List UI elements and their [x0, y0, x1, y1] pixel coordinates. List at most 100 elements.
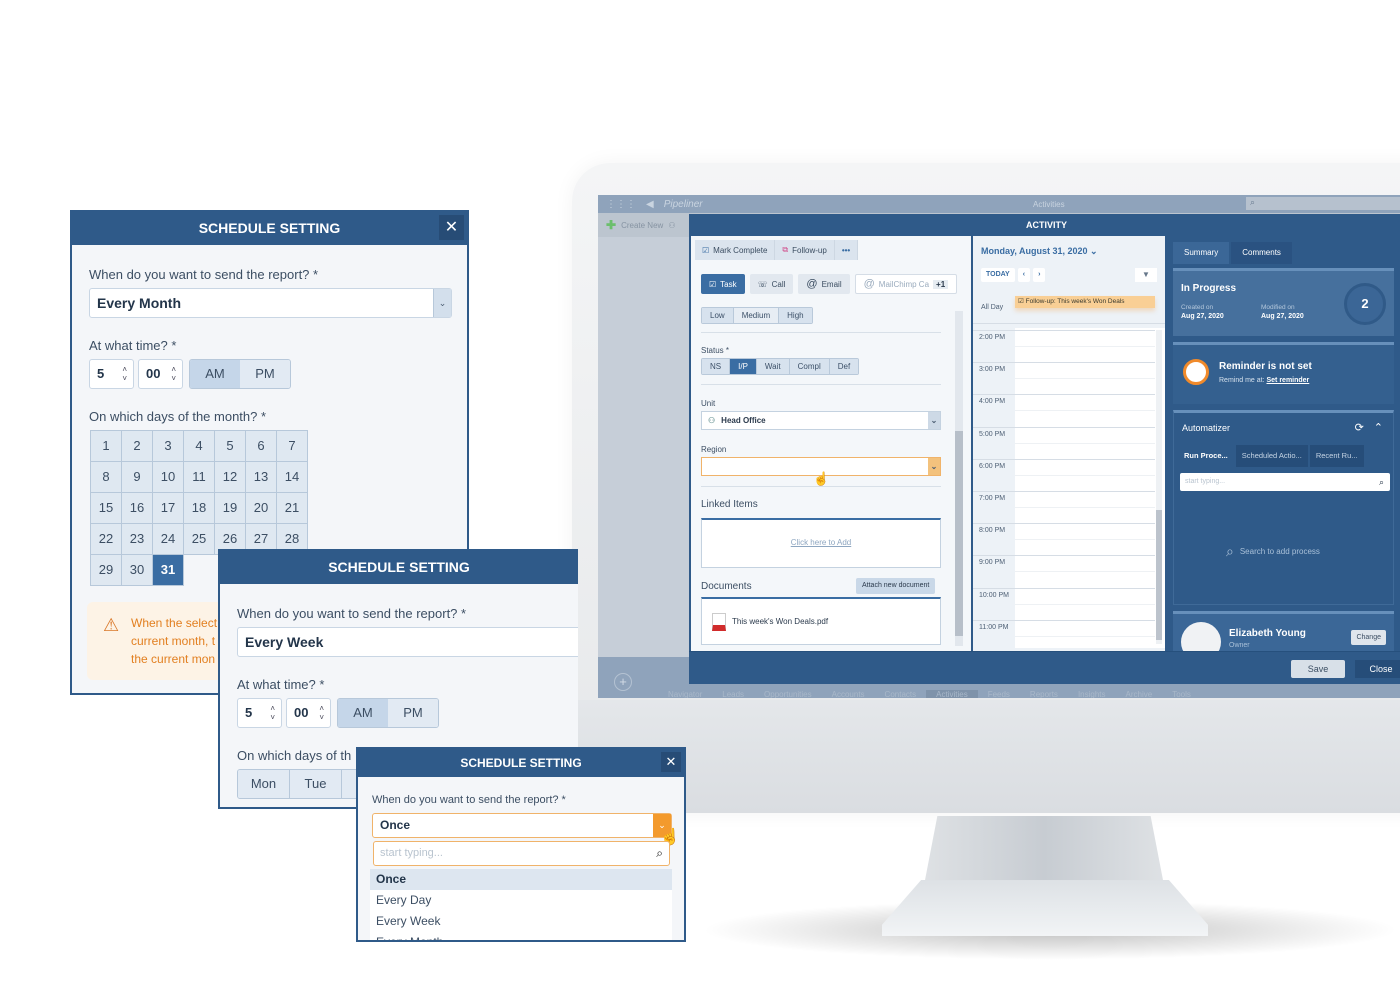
stepper-arrows-icon[interactable]: ˄ ˅	[122, 365, 127, 383]
am-button[interactable]: AM	[190, 360, 240, 388]
calendar-date[interactable]: Monday, August 31, 2020 ⌄	[981, 246, 1098, 257]
hour-stepper[interactable]: 5 ˄ ˅	[89, 359, 134, 389]
process-search-input[interactable]: start typing... ⌕	[1180, 473, 1390, 491]
day-cell[interactable]: 17	[153, 493, 184, 524]
day-cell[interactable]: 21	[277, 493, 308, 524]
option-every-day[interactable]: Every Day	[370, 890, 672, 911]
option-every-week[interactable]: Every Week	[370, 911, 672, 932]
document-item[interactable]: This week's Won Deals.pdf	[701, 597, 941, 645]
day-cell[interactable]: 4	[184, 431, 215, 462]
tab-comments[interactable]: Comments	[1231, 242, 1292, 264]
nav-opportunities[interactable]: Opportunities	[754, 690, 822, 698]
day-cell[interactable]: 24	[153, 524, 184, 555]
nav-feeds[interactable]: Feeds	[978, 690, 1020, 698]
chevron-down-icon[interactable]: ⌄	[433, 289, 451, 317]
day-cell[interactable]: 25	[184, 524, 215, 555]
type-email[interactable]: @ Email	[798, 274, 850, 294]
close-button[interactable]: Close	[1355, 660, 1400, 678]
mark-complete-button[interactable]: ☑ Mark Complete	[695, 240, 776, 260]
option-once[interactable]: Once	[370, 869, 672, 890]
create-new-button[interactable]: Create New	[621, 221, 663, 230]
refresh-icon[interactable]: ⟳	[1355, 421, 1364, 434]
unit-select[interactable]: ⚇ Head Office ⌄	[701, 411, 941, 430]
day-cell[interactable]: 20	[246, 493, 277, 524]
form-scrollbar[interactable]	[955, 311, 963, 646]
option-every-month[interactable]: Every Month	[370, 932, 672, 940]
tab-recent-runs[interactable]: Recent Ru...	[1309, 445, 1364, 467]
change-owner-button[interactable]: Change	[1351, 630, 1386, 645]
attach-document-button[interactable]: Attach new document	[856, 578, 936, 594]
pm-button[interactable]: PM	[240, 360, 290, 388]
close-icon[interactable]: ✕	[661, 752, 681, 772]
status-compl[interactable]: Compl	[789, 359, 830, 374]
day-cell[interactable]: 29	[91, 555, 122, 586]
stepper-arrows-icon[interactable]: ˄ ˅	[319, 704, 324, 722]
day-cell[interactable]: 18	[184, 493, 215, 524]
day-cell[interactable]: 16	[122, 493, 153, 524]
nav-activities[interactable]: Activities	[926, 690, 978, 698]
day-cell[interactable]: 5	[215, 431, 246, 462]
nav-archive[interactable]: Archive	[1116, 690, 1163, 698]
nav-contacts[interactable]: Contacts	[875, 690, 927, 698]
follow-up-button[interactable]: ⧉ Follow-up	[775, 240, 835, 260]
day-cell[interactable]: 12	[215, 462, 246, 493]
nav-insights[interactable]: Insights	[1068, 690, 1116, 698]
frequency-select[interactable]: Once ⌄	[372, 813, 672, 838]
day-cell[interactable]: 13	[246, 462, 277, 493]
day-cell[interactable]: 14	[277, 462, 308, 493]
next-day-button[interactable]: ›	[1033, 268, 1046, 282]
more-types-badge[interactable]: +1	[933, 279, 949, 289]
today-button[interactable]: TODAY	[981, 268, 1015, 282]
scrollbar-thumb[interactable]	[955, 431, 963, 636]
day-cell[interactable]: 30	[122, 555, 153, 586]
nav-navigator[interactable]: Navigator	[658, 690, 712, 698]
close-icon[interactable]: ✕	[439, 215, 464, 240]
set-reminder-link[interactable]: Set reminder	[1266, 377, 1309, 384]
tab-scheduled-actions[interactable]: Scheduled Actio...	[1235, 445, 1308, 467]
day-cell[interactable]: 3	[153, 431, 184, 462]
tab-summary[interactable]: Summary	[1173, 242, 1230, 264]
apps-grid-icon[interactable]: ⋮⋮⋮	[606, 199, 636, 210]
more-button[interactable]: •••	[835, 240, 859, 260]
hour-stepper[interactable]: 5 ˄ ˅	[237, 698, 282, 728]
minute-stepper[interactable]: 00 ˄ ˅	[138, 359, 183, 389]
add-linked-item-link[interactable]: Click here to Add	[701, 518, 941, 568]
tab-run-process[interactable]: Run Proce...	[1178, 445, 1234, 467]
am-button[interactable]: AM	[338, 699, 388, 727]
weekday-tue[interactable]: Tue	[290, 770, 342, 798]
prev-day-button[interactable]: ‹	[1017, 268, 1031, 282]
type-mailchimp[interactable]: @ MailChimp Ca +1	[854, 274, 958, 294]
chevron-down-icon[interactable]: ⌄	[928, 458, 940, 475]
frequency-select[interactable]: Every Week	[237, 627, 578, 657]
nav-leads[interactable]: Leads	[712, 690, 754, 698]
filter-icon[interactable]: ▼	[1135, 268, 1157, 282]
type-call[interactable]: ☏ Call	[749, 274, 794, 294]
priority-medium[interactable]: Medium	[733, 308, 780, 323]
day-cell[interactable]: 23	[122, 524, 153, 555]
calendar-event[interactable]: ☑ Follow-up: This week's Won Deals	[1015, 296, 1155, 308]
day-cell[interactable]: 19	[215, 493, 246, 524]
chevron-down-icon[interactable]: ⌄	[928, 412, 940, 429]
day-cell[interactable]: 11	[184, 462, 215, 493]
pm-button[interactable]: PM	[388, 699, 438, 727]
dropdown-search-input[interactable]: start typing... ⌕	[373, 841, 670, 866]
day-cell[interactable]: 2	[122, 431, 153, 462]
megaphone-icon[interactable]: ◀	[646, 199, 654, 210]
status-ip[interactable]: I/P	[730, 359, 757, 374]
scrollbar-thumb[interactable]	[1156, 510, 1162, 640]
weekday-mon[interactable]: Mon	[238, 770, 290, 798]
chevron-up-icon[interactable]: ⌃	[1374, 421, 1383, 434]
day-cell[interactable]: 31	[153, 555, 184, 586]
day-cell[interactable]: 15	[91, 493, 122, 524]
status-def[interactable]: Def	[829, 359, 859, 374]
day-cell[interactable]: 8	[91, 462, 122, 493]
status-ns[interactable]: NS	[702, 359, 731, 374]
add-circle-button[interactable]: +	[614, 673, 632, 691]
priority-low[interactable]: Low	[702, 308, 734, 323]
nav-tools[interactable]: Tools	[1162, 690, 1201, 698]
hierarchy-icon[interactable]: ⚇	[668, 221, 675, 230]
stepper-arrows-icon[interactable]: ˄ ˅	[171, 365, 176, 383]
day-cell[interactable]: 1	[91, 431, 122, 462]
day-cell[interactable]: 7	[277, 431, 308, 462]
stepper-arrows-icon[interactable]: ˄ ˅	[270, 704, 275, 722]
